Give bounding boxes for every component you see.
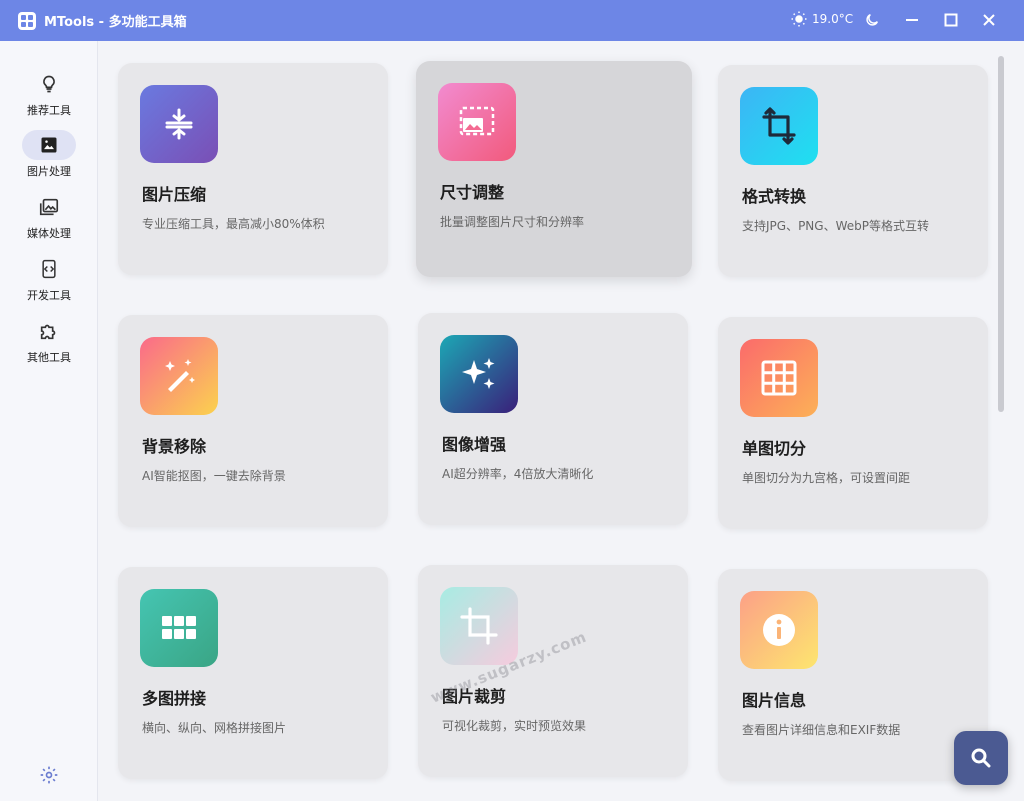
settings-button[interactable] [37,763,61,787]
search-button[interactable] [954,731,1008,785]
tool-card-split-grid[interactable]: 单图切分 单图切分为九宫格，可设置间距 [718,317,988,529]
card-description: 专业压缩工具，最高减小80%体积 [142,217,325,231]
sidebar-item-dev-tools[interactable]: 开发工具 [0,254,98,310]
tool-card-crop[interactable]: 图片裁剪 可视化裁剪，实时预览效果 [418,565,688,777]
sun-icon [791,11,807,27]
card-description: 横向、纵向、网格拼接图片 [142,721,287,735]
card-title: 格式转换 [742,187,807,206]
resize-icon [459,106,495,136]
card-description: AI超分辨率，4倍放大清晰化 [442,467,594,481]
card-title: 图片压缩 [142,185,207,204]
sidebar-item-media[interactable]: 媒体处理 [0,192,98,248]
card-icon-tile [140,589,218,667]
side-icon-wrap [22,130,76,160]
theme-toggle-button[interactable] [860,8,884,32]
grid-icon [761,360,797,396]
card-title: 单图切分 [742,439,807,458]
media-library-icon [39,198,59,216]
minimize-icon [906,19,918,21]
lightbulb-icon [43,75,55,93]
side-icon-wrap [22,254,76,284]
title-bar: MTools - 多功能工具箱 19.0°C [0,0,1024,41]
sidebar-item-label: 其他工具 [27,351,71,364]
gear-icon [40,766,58,784]
crop-rotate-icon [762,107,796,145]
crop-icon [460,607,498,645]
sidebar-item-label: 推荐工具 [27,104,71,117]
card-description: 单图切分为九宫格，可设置间距 [742,471,911,485]
sidebar-item-image-processing[interactable]: 图片处理 [0,130,98,186]
maximize-button[interactable] [939,8,963,32]
close-icon [983,14,995,26]
tool-card-image-enhance[interactable]: 图像增强 AI超分辨率，4倍放大清晰化 [418,313,688,525]
sidebar-item-recommended[interactable]: 推荐工具 [0,69,98,125]
card-icon-tile [740,339,818,417]
maximize-icon [944,13,958,27]
card-icon-tile [140,337,218,415]
info-icon [763,614,795,646]
image-icon [41,137,57,153]
card-title: 背景移除 [142,437,207,456]
card-description: 批量调整图片尺寸和分辨率 [440,215,585,229]
dev-code-icon [42,259,56,279]
side-icon-wrap [22,69,76,99]
app-title: MTools - 多功能工具箱 [44,15,187,30]
compress-icon [165,108,193,140]
card-icon-tile [740,87,818,165]
magic-wand-icon [165,359,195,392]
card-title: 尺寸调整 [440,183,505,202]
sidebar-item-other-tools[interactable]: 其他工具 [0,316,98,372]
moon-icon [866,13,879,26]
close-button[interactable] [977,8,1001,32]
search-icon [971,748,991,768]
card-title: 图片信息 [742,691,807,710]
puzzle-icon [40,324,56,340]
main-content: 图片压缩 专业压缩工具，最高减小80%体积 尺寸调整 批量调整图片尺寸和分辨率 … [98,41,1024,801]
card-icon-tile [438,83,516,161]
minimize-button[interactable] [900,8,924,32]
tool-card-format-convert[interactable]: 格式转换 支持JPG、PNG、WebP等格式互转 [718,65,988,277]
card-icon-tile [140,85,218,163]
card-description: AI智能抠图，一键去除背景 [142,469,286,483]
tool-card-image-info[interactable]: 图片信息 查看图片详细信息和EXIF数据 [718,569,988,781]
side-icon-wrap [22,316,76,346]
sidebar: 推荐工具 图片处理 媒体处理 开发工具 其他工具 [0,41,98,801]
tool-card-compress[interactable]: 图片压缩 专业压缩工具，最高减小80%体积 [118,63,388,275]
tool-card-resize[interactable]: 尺寸调整 批量调整图片尺寸和分辨率 [416,61,692,277]
scrollbar-thumb[interactable] [998,56,1004,412]
card-icon-tile [740,591,818,669]
sidebar-item-label: 图片处理 [27,165,71,178]
sparkles-icon [462,358,495,389]
app-logo-icon [18,12,36,30]
card-description: 查看图片详细信息和EXIF数据 [742,723,901,737]
collage-icon [162,616,196,639]
sidebar-item-label: 媒体处理 [27,227,71,240]
card-title: 多图拼接 [142,689,207,708]
card-icon-tile [440,587,518,665]
weather-temperature: 19.0°C [812,12,854,26]
tool-card-stitch[interactable]: 多图拼接 横向、纵向、网格拼接图片 [118,567,388,779]
card-icon-tile [440,335,518,413]
tool-card-remove-background[interactable]: 背景移除 AI智能抠图，一键去除背景 [118,315,388,527]
side-icon-wrap [22,192,76,222]
card-description: 支持JPG、PNG、WebP等格式互转 [742,219,929,233]
sidebar-item-label: 开发工具 [27,289,71,302]
weather-widget[interactable]: 19.0°C [790,10,853,28]
card-description: 可视化裁剪，实时预览效果 [442,719,587,733]
card-title: 图像增强 [442,435,507,454]
